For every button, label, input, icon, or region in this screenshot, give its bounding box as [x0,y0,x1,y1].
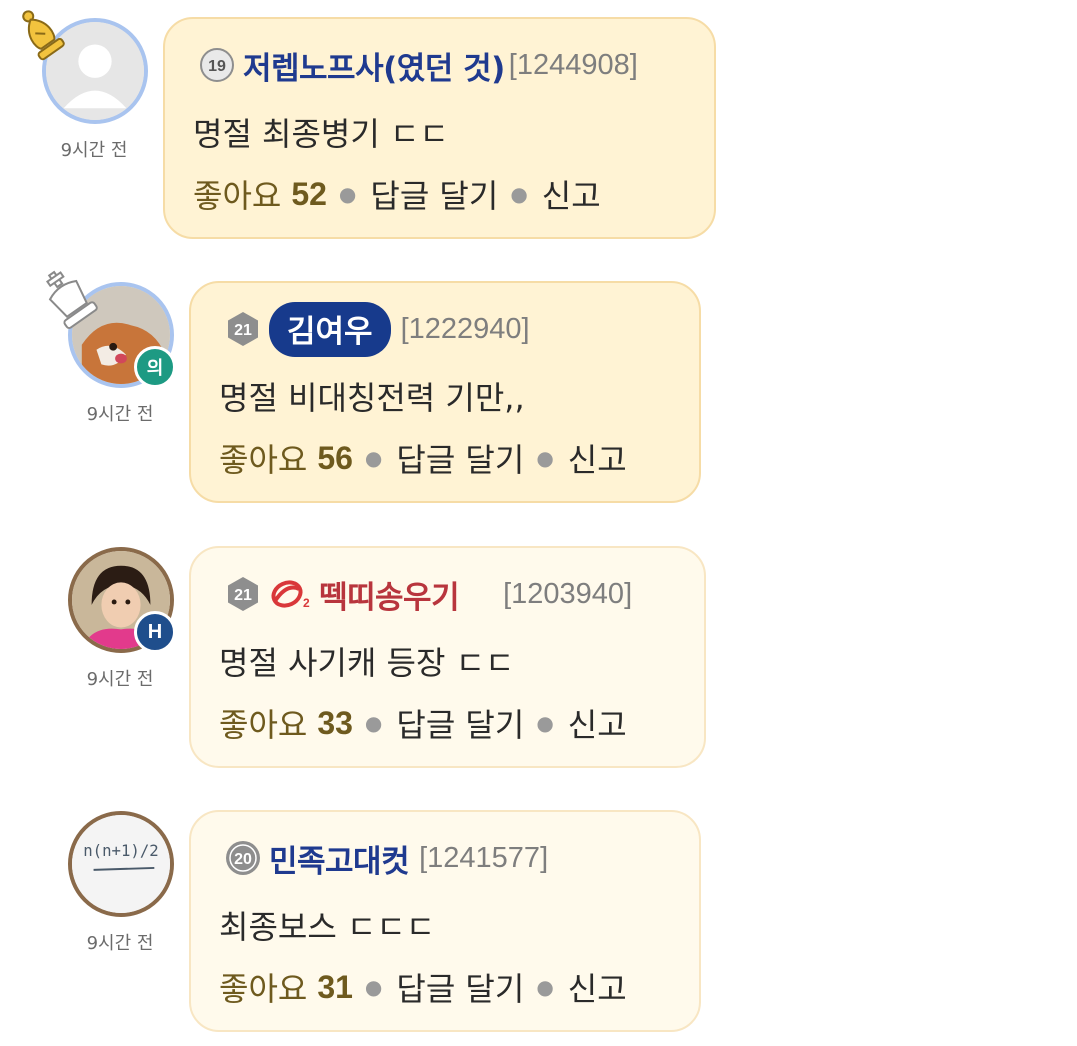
comment-item: n(n+1)/2 9시간 전 20 민족고대컷 [1241577] 최종보스 ㄷ… [0,793,1077,1043]
comment-bubble: 21 김여우 [1222940] 명절 비대칭전력 기만,, 좋아요 56 ● … [189,281,701,503]
comment-item: 의 9시간 전 21 김여우 [1222940] 명절 비대칭전력 기만,, 좋… [0,264,1077,514]
level-badge-icon: 21 [225,576,261,612]
comment-text: 최종보스 ㄷㄷㄷ [219,908,436,946]
separator-dot: ● [536,446,554,470]
svg-text:n(n+1)/2: n(n+1)/2 [83,841,158,860]
comment-time: 9시간 전 [86,404,154,425]
avatar-badge: 의 [134,346,176,388]
comment-actions: 좋아요 52 ● 답글 달기 ● 신고 [193,171,601,217]
like-count: 33 [317,704,353,741]
like-button[interactable]: 좋아요 [219,700,307,746]
avatar[interactable]: H [68,547,176,653]
svg-text:21: 21 [234,322,252,339]
comment-header: 21 김여우 [1222940] [225,301,530,357]
like-button[interactable]: 좋아요 [219,964,307,1010]
comment-time: 9시간 전 [60,140,128,161]
svg-text:2: 2 [303,596,310,610]
comment-actions: 좋아요 56 ● 답글 달기 ● 신고 [219,435,627,481]
comment-actions: 좋아요 31 ● 답글 달기 ● 신고 [219,964,627,1010]
like-count: 52 [291,175,327,212]
reply-button[interactable]: 답글 달기 [396,435,524,481]
comment-item: H 9시간 전 21 2 떽띠송우기 [1203940] 명절 사기캐 등장 ㄷ… [0,529,1077,779]
report-button[interactable]: 신고 [568,964,627,1010]
like-count: 56 [317,439,353,476]
separator-dot: ● [510,182,528,206]
separator-dot: ● [364,975,383,999]
separator-dot: ● [536,711,554,735]
nickname[interactable]: 김여우 [269,301,391,357]
handwriting-avatar-icon: n(n+1)/2 [68,811,174,917]
report-button[interactable]: 신고 [568,435,627,481]
comment-text: 명절 비대칭전력 기만,, [219,379,525,417]
separator-dot: ● [364,446,383,470]
avatar-badge: H [134,611,176,653]
comment-bubble: 21 2 떽띠송우기 [1203940] 명절 사기캐 등장 ㄷㄷ 좋아요 33… [189,546,706,768]
report-button[interactable]: 신고 [568,700,627,746]
comment-time: 9시간 전 [86,933,154,954]
report-button[interactable]: 신고 [542,171,601,217]
like-button[interactable]: 좋아요 [193,171,281,217]
comment-header: 21 2 떽띠송우기 [1203940] [225,572,632,616]
separator-dot: ● [338,182,357,206]
svg-text:20: 20 [234,851,252,868]
separator-dot: ● [364,711,383,735]
user-id: [1244908] [508,48,638,81]
level-badge-icon: 21 [225,311,261,347]
comment-text: 명절 사기캐 등장 ㄷㄷ [219,644,515,682]
comment-text: 명절 최종병기 ㄷㄷ [193,115,449,153]
like-button[interactable]: 좋아요 [219,435,307,481]
comment-time: 9시간 전 [86,669,154,690]
king-white-icon [40,266,100,338]
nickname[interactable]: 떽띠송우기 [319,572,460,617]
comment-header: 19 저렙노프사(였던 것) [1244908] [199,43,638,87]
comment-bubble: 19 저렙노프사(였던 것) [1244908] 명절 최종병기 ㄷㄷ 좋아요 … [163,17,716,239]
reply-button[interactable]: 답글 달기 [370,171,498,217]
comment-item: 9시간 전 19 저렙노프사(였던 것) [1244908] 명절 최종병기 ㄷ… [0,0,1077,250]
o2-logo-icon: 2 [269,577,313,611]
reply-button[interactable]: 답글 달기 [396,964,524,1010]
svg-text:21: 21 [234,587,252,604]
nickname[interactable]: 저렙노프사(였던 것) [243,43,505,88]
comment-actions: 좋아요 33 ● 답글 달기 ● 신고 [219,700,627,746]
level-badge-icon: 19 [199,47,235,83]
bishop-gold-icon [14,4,70,72]
comment-bubble: 20 민족고대컷 [1241577] 최종보스 ㄷㄷㄷ 좋아요 31 ● 답글 … [189,810,701,1032]
level-badge-icon: 20 [225,840,261,876]
reply-button[interactable]: 답글 달기 [396,700,524,746]
nickname[interactable]: 민족고대컷 [269,836,410,881]
user-id: [1241577] [419,841,549,874]
svg-text:19: 19 [208,58,226,75]
comment-header: 20 민족고대컷 [1241577] [225,836,548,880]
avatar[interactable]: n(n+1)/2 [68,811,174,917]
separator-dot: ● [536,975,554,999]
like-count: 31 [317,968,353,1005]
user-id: [1203940] [503,577,633,610]
user-id: [1222940] [400,312,530,345]
